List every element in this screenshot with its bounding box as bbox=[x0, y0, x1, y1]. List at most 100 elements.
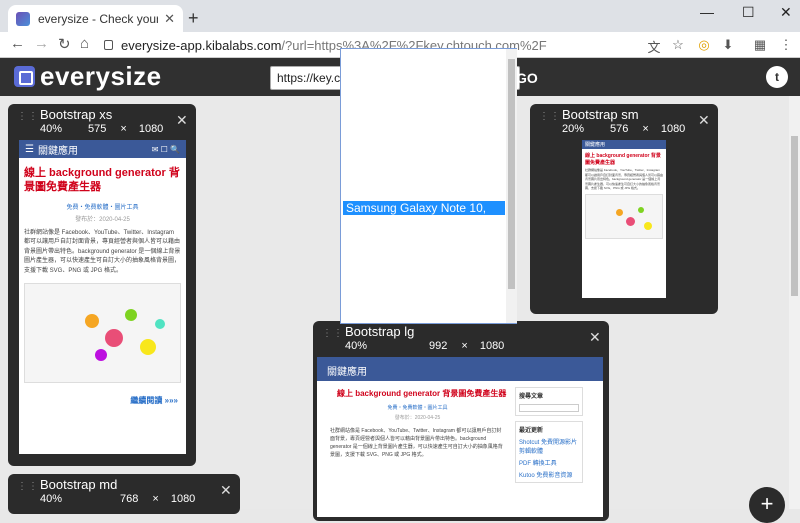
post-title: 線上 background generator 背景圖免費產生器 bbox=[24, 167, 180, 194]
panel-zoom[interactable]: 40% bbox=[40, 123, 62, 135]
device-dropdown[interactable]: Samsung Galaxy Note 10, 10+ bbox=[340, 48, 517, 324]
page-scrollbar-thumb[interactable] bbox=[791, 136, 798, 296]
panel-width[interactable]: 576 bbox=[610, 123, 628, 135]
brand-name: everysize bbox=[40, 61, 162, 91]
go-button[interactable]: GO bbox=[516, 66, 546, 90]
site-nav: ☰ 關鍵應用 ✉ ☐ 🔍 bbox=[19, 140, 186, 158]
sidebar-heading: 搜尋文章 bbox=[519, 394, 544, 400]
site-nav-title: 關鍵應用 bbox=[37, 145, 78, 157]
forward-icon[interactable]: → bbox=[34, 35, 49, 52]
translate-icon[interactable]: 文 bbox=[646, 37, 662, 55]
sidebar-box: 最近更新 Shotcut 免費開源影片剪輯軟體 PDF 轉換工具 Kutoo 免… bbox=[515, 421, 583, 483]
times-icon: × bbox=[461, 340, 468, 352]
add-device-button[interactable]: + bbox=[749, 487, 785, 523]
download-icon[interactable]: ⬇ bbox=[720, 37, 736, 53]
times-icon: × bbox=[120, 123, 127, 135]
post-title: 線上 background generator 背景圖免費產生器 bbox=[585, 153, 661, 166]
panel-zoom[interactable]: 40% bbox=[40, 493, 62, 505]
sidebar-link[interactable]: PDF 轉換工具 bbox=[519, 458, 579, 467]
device-panel-sm: ⋮⋮ Bootstrap sm 20% 576 × 1080 ✕ 關鍵應用 線上… bbox=[530, 104, 718, 314]
drag-handle-icon[interactable]: ⋮⋮ bbox=[17, 482, 38, 496]
device-panel-xs: ⋮⋮ Bootstrap xs 40% 575 × 1080 ✕ ☰ 關鍵應用 … bbox=[8, 104, 196, 466]
post-date: 發布於：2020-04-25 bbox=[394, 415, 441, 422]
minimize-icon[interactable]: — bbox=[700, 4, 714, 20]
post-body: 社群網站像是 Facebook、YouTube、Twitter、Instagra… bbox=[330, 428, 503, 459]
post-title: 線上 background generator 背景圖免費產生器 bbox=[337, 389, 507, 398]
sidebar-link[interactable]: Shotcut 免費開源影片剪輯軟體 bbox=[519, 437, 579, 455]
device-panel-lg: ⋮⋮ Bootstrap lg 40% 992 × 1080 ✕ 關鍵應用 線上… bbox=[313, 321, 609, 521]
sidebar-search-input[interactable] bbox=[519, 404, 579, 412]
times-icon: × bbox=[152, 493, 159, 505]
url-host: everysize-app.kibalabs.com bbox=[121, 37, 282, 53]
hamburger-icon: ☰ bbox=[25, 143, 34, 155]
panel-name[interactable]: Bootstrap xs bbox=[40, 107, 112, 122]
post-meta: 免費・免費軟體・圖片工具 bbox=[387, 405, 448, 412]
twitter-icon[interactable]: t bbox=[766, 66, 788, 88]
profile-icon[interactable]: ▦ bbox=[752, 37, 768, 53]
site-sidebar: 搜尋文章 最近更新 Shotcut 免費開源影片剪輯軟體 PDF 轉換工具 Ku… bbox=[515, 387, 583, 488]
panel-name[interactable]: Bootstrap md bbox=[40, 477, 117, 492]
panel-name[interactable]: Bootstrap sm bbox=[562, 107, 639, 122]
panel-name[interactable]: Bootstrap lg bbox=[345, 324, 414, 339]
site-nav: 關鍵應用 bbox=[317, 357, 603, 381]
sidebar-link[interactable]: Kutoo 免費影音資源 bbox=[519, 470, 579, 479]
panel-height[interactable]: 1080 bbox=[171, 493, 195, 505]
post-screenshot bbox=[585, 193, 663, 239]
panel-height[interactable]: 1080 bbox=[480, 340, 504, 352]
dropdown-scrollbar[interactable] bbox=[506, 49, 517, 323]
favicon-icon bbox=[16, 11, 30, 26]
read-more-link[interactable]: 繼續閱讀 »»» bbox=[19, 389, 186, 412]
panel-close-icon[interactable]: ✕ bbox=[220, 482, 232, 499]
post-date: 發布於：2020-04-25 bbox=[75, 216, 130, 223]
panel-close-icon[interactable]: ✕ bbox=[176, 112, 188, 129]
panel-zoom[interactable]: 20% bbox=[562, 123, 584, 135]
post-body: 社群網站像是 Facebook、YouTube、Twitter、Instagra… bbox=[24, 229, 181, 274]
browser-tabstrip: everysize - Check your respons ✕ + — ☐ ✕ bbox=[0, 0, 800, 32]
lock-icon bbox=[104, 40, 113, 50]
new-tab-button[interactable]: + bbox=[188, 8, 199, 29]
reload-icon[interactable]: ↻ bbox=[58, 35, 71, 53]
dropdown-option-selected[interactable]: Samsung Galaxy Note 10, 10+ bbox=[343, 201, 505, 229]
post-body: 社群網站像是 Facebook、YouTube、Twitter、Instagra… bbox=[585, 168, 664, 190]
dropdown-scrollbar-thumb[interactable] bbox=[508, 59, 515, 289]
panel-close-icon[interactable]: ✕ bbox=[698, 112, 710, 129]
device-frame[interactable]: 關鍵應用 線上 background generator 背景圖免費產生器 免費… bbox=[317, 357, 603, 517]
bookmark-star-icon[interactable]: ☆ bbox=[670, 37, 686, 53]
post-meta: 免費・免費軟體・圖片工具 bbox=[66, 204, 139, 211]
maximize-icon[interactable]: ☐ bbox=[742, 4, 755, 21]
browser-tab[interactable]: everysize - Check your respons ✕ bbox=[8, 5, 183, 32]
tab-title: everysize - Check your respons bbox=[38, 11, 159, 26]
page-scrollbar[interactable] bbox=[789, 96, 800, 509]
everysize-logo-icon bbox=[14, 66, 35, 87]
panel-height[interactable]: 1080 bbox=[139, 123, 163, 135]
extension-icon[interactable]: ◎ bbox=[696, 37, 712, 53]
panel-width[interactable]: 575 bbox=[88, 123, 106, 135]
menu-icon[interactable]: ⋮ bbox=[778, 37, 794, 53]
panel-meta: 40% 992 × 1080 bbox=[345, 340, 504, 352]
panel-meta: 20% 576 × 1080 bbox=[562, 123, 685, 135]
drag-handle-icon[interactable]: ⋮⋮ bbox=[322, 329, 343, 343]
panel-meta: 40% 575 × 1080 bbox=[40, 123, 163, 135]
sidebar-heading: 最近更新 bbox=[519, 428, 544, 434]
panel-height[interactable]: 1080 bbox=[661, 123, 685, 135]
device-frame[interactable]: ☰ 關鍵應用 ✉ ☐ 🔍 線上 background generator 背景圖… bbox=[19, 140, 186, 454]
window-close-icon[interactable]: ✕ bbox=[780, 4, 792, 21]
drag-handle-icon[interactable]: ⋮⋮ bbox=[17, 112, 38, 126]
panel-close-icon[interactable]: ✕ bbox=[589, 329, 601, 346]
nav-icons: ✉ ☐ 🔍 bbox=[151, 144, 180, 154]
tab-close-icon[interactable]: ✕ bbox=[164, 11, 175, 27]
panel-zoom[interactable]: 40% bbox=[345, 340, 367, 352]
panel-width[interactable]: 768 bbox=[120, 493, 138, 505]
home-icon[interactable]: ⌂ bbox=[80, 35, 89, 52]
post-screenshot bbox=[24, 282, 181, 383]
panel-meta: 40% 768 × 1080 bbox=[40, 493, 195, 505]
drag-handle-icon[interactable]: ⋮⋮ bbox=[539, 112, 560, 126]
back-icon[interactable]: ← bbox=[10, 35, 25, 52]
times-icon: × bbox=[642, 123, 649, 135]
panel-width[interactable]: 992 bbox=[429, 340, 447, 352]
site-main: 線上 background generator 背景圖免費產生器 免費・免費軟體… bbox=[325, 387, 510, 459]
device-frame[interactable]: 關鍵應用 線上 background generator 背景圖免費產生器 社群… bbox=[582, 140, 666, 298]
device-panel-md: ⋮⋮ Bootstrap md 40% 768 × 1080 ✕ bbox=[8, 474, 240, 514]
sidebar-box: 搜尋文章 bbox=[515, 387, 583, 416]
site-nav-title: 關鍵應用 bbox=[585, 142, 606, 148]
